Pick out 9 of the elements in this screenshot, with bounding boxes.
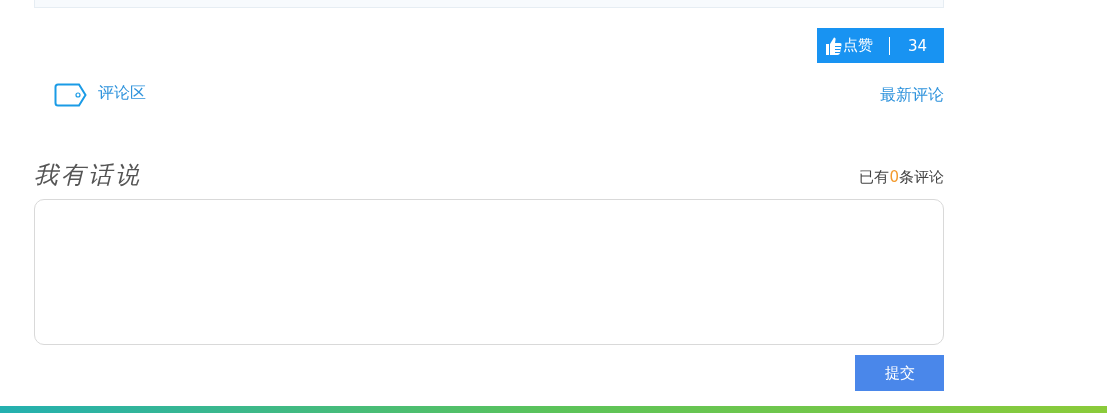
thumbs-up-icon: [826, 36, 842, 55]
section-title: 评论区: [98, 82, 146, 104]
comment-count: 已有0条评论: [859, 168, 944, 187]
tag-icon: [54, 83, 87, 107]
comment-input[interactable]: [34, 199, 944, 345]
form-heading: 我有话说: [34, 160, 142, 191]
submit-button[interactable]: 提交: [855, 355, 944, 391]
like-button[interactable]: 点赞 34: [817, 28, 944, 63]
sort-link[interactable]: 最新评论: [880, 84, 944, 106]
